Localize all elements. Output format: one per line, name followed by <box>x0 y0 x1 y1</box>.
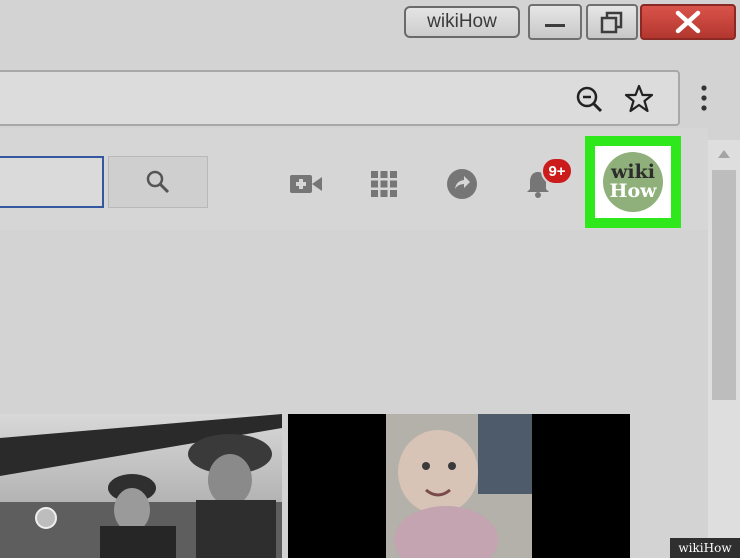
search-icon <box>146 170 170 194</box>
restore-icon <box>600 11 623 34</box>
account-avatar-button[interactable]: wiki How <box>595 146 671 218</box>
close-button[interactable] <box>640 4 736 40</box>
wikihow-watermark: wikiHow <box>670 538 740 558</box>
avatar-text-line2: How <box>609 180 657 202</box>
search-button[interactable] <box>108 156 208 208</box>
video-thumbnail[interactable] <box>288 414 630 558</box>
close-icon <box>675 10 701 34</box>
minimize-button[interactable] <box>528 4 582 40</box>
search-input[interactable] <box>0 156 104 208</box>
share-icon[interactable] <box>442 164 482 204</box>
create-video-icon[interactable] <box>286 164 326 204</box>
avatar: wiki How <box>603 152 663 212</box>
star-icon[interactable] <box>622 82 656 116</box>
kebab-menu-icon[interactable] <box>692 80 716 116</box>
zoom-out-icon[interactable] <box>572 82 606 116</box>
video-thumbnail-image <box>386 414 532 558</box>
scrollbar-thumb[interactable] <box>712 170 736 400</box>
browser-profile-chip[interactable]: wikiHow <box>404 6 520 38</box>
minimize-icon <box>545 24 565 27</box>
video-thumbnail[interactable] <box>0 414 282 558</box>
video-thumbnail-image <box>0 414 282 558</box>
notification-badge: 9+ <box>541 157 573 185</box>
restore-button[interactable] <box>586 4 638 40</box>
scroll-up-arrow-icon[interactable] <box>712 144 736 164</box>
apps-grid-icon[interactable] <box>364 164 404 204</box>
